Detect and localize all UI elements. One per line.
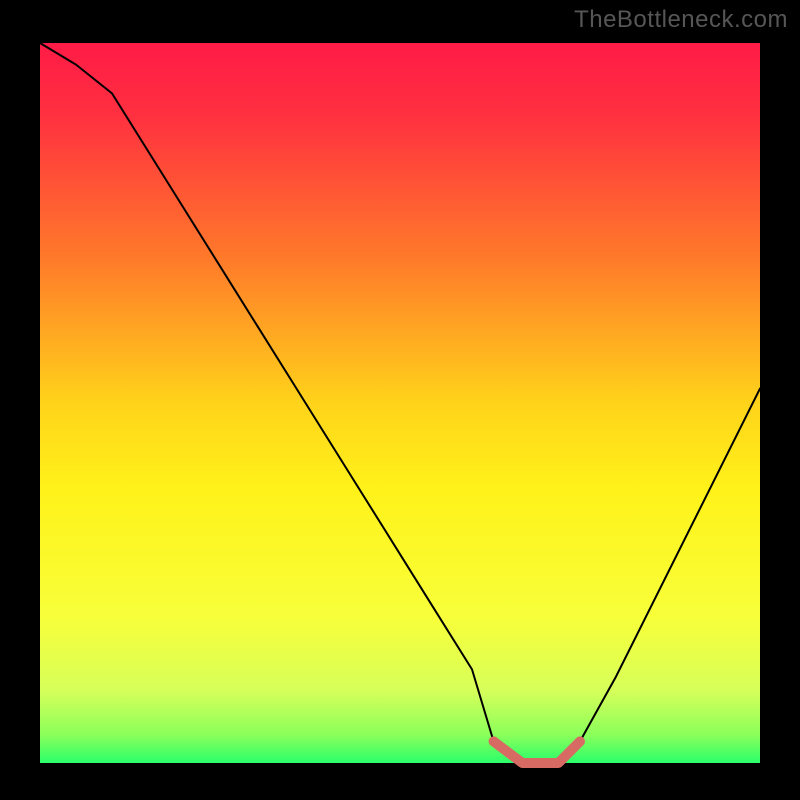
bottleneck-chart — [0, 0, 800, 800]
chart-stage: TheBottleneck.com — [0, 0, 800, 800]
